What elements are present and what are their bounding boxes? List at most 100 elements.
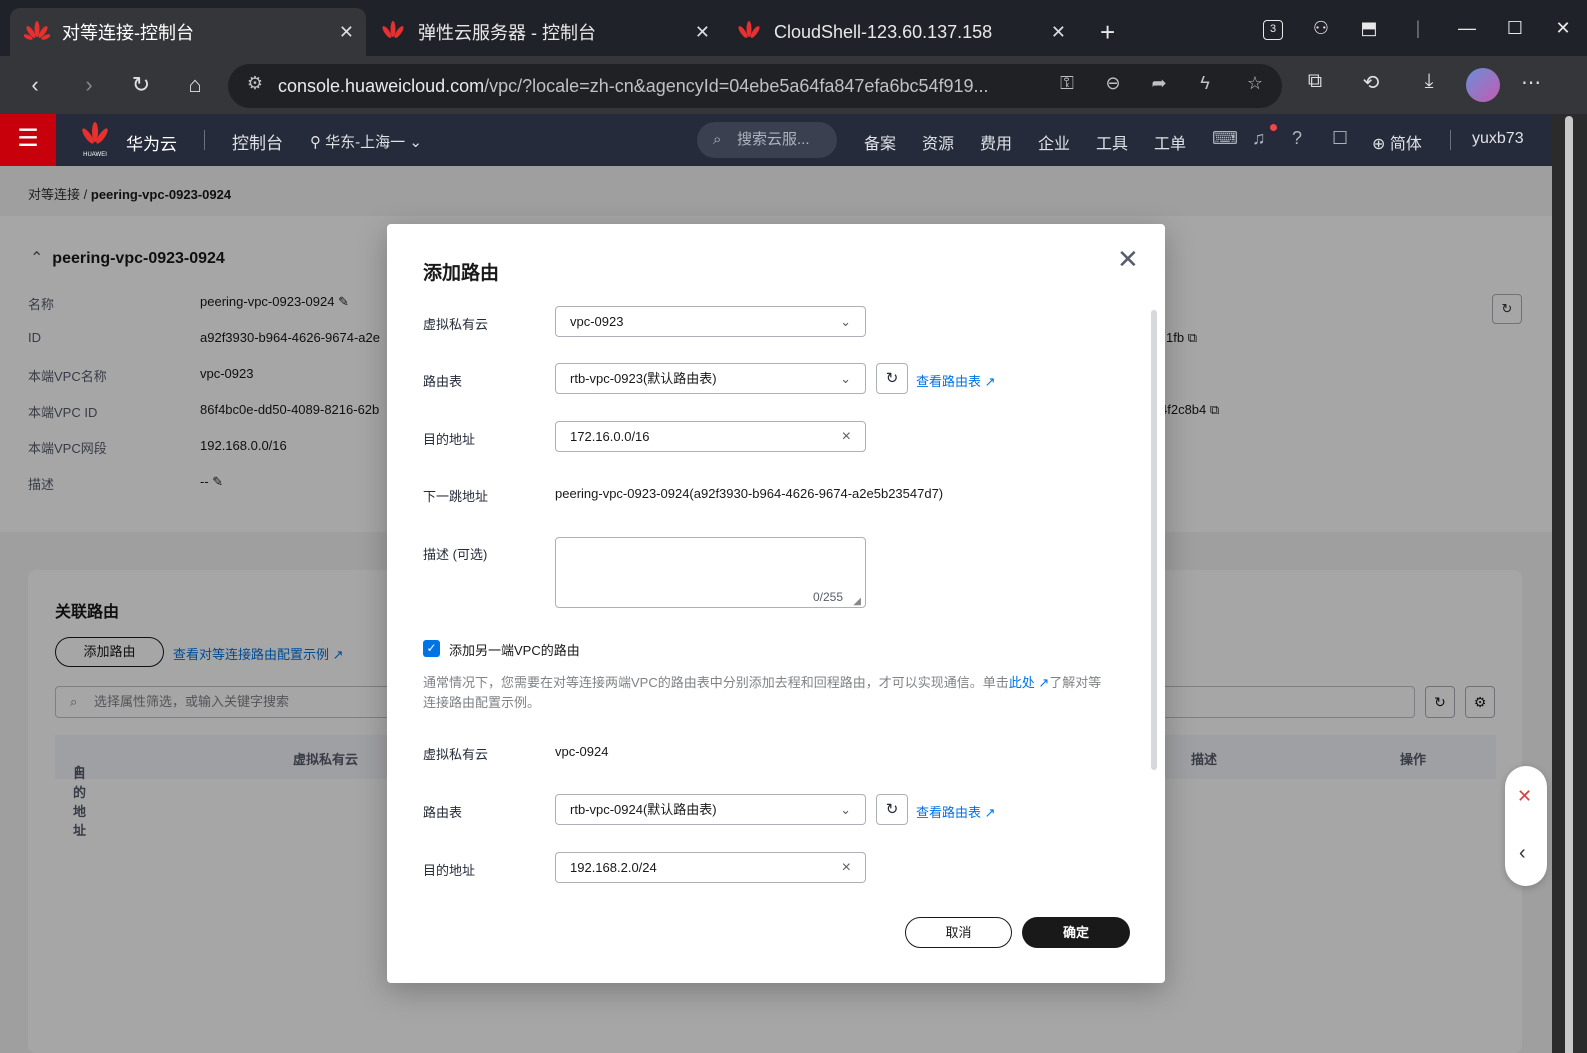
nav-tools[interactable]: 工具	[1096, 130, 1128, 154]
clear-icon[interactable]: ×	[842, 853, 851, 882]
peer-view-route-table-link[interactable]: 查看路由表 ↗	[916, 802, 996, 821]
route-table-label: 路由表	[423, 374, 463, 389]
nav-billing[interactable]: 费用	[980, 130, 1012, 154]
tab-count-icon[interactable]: 3	[1249, 16, 1297, 40]
chevron-down-icon: ⌄	[840, 371, 851, 386]
vpc-select-value: vpc-0923	[570, 314, 624, 329]
bell-icon[interactable]: ♫	[1252, 128, 1266, 149]
description-textarea[interactable]: 0/255 ◢	[555, 537, 866, 608]
extension-puzzle-icon[interactable]: ⧉	[1300, 70, 1330, 93]
share-icon[interactable]: ➦	[1146, 73, 1172, 94]
refresh-icon: ↻	[885, 370, 899, 387]
huawei-logo-icon	[382, 21, 404, 38]
peer-route-table-refresh-button[interactable]: ↻	[876, 794, 908, 825]
peer-route-table-label: 路由表	[423, 805, 463, 820]
tab-title: CloudShell-123.60.137.158	[774, 21, 993, 42]
address-bar[interactable]: ⚙ console.huaweicloud.com/vpc/?locale=zh…	[228, 64, 1282, 108]
divider: |	[1415, 17, 1421, 38]
description-label: 描述 (可选)	[423, 547, 488, 562]
incognito-icon[interactable]: ⚇	[1297, 18, 1345, 39]
peer-route-hint: 通常情况下，您需要在对等连接两端VPC的路由表中分别添加去程和回程路由，才可以实…	[423, 673, 1113, 713]
collapse-chevron-icon[interactable]: ‹	[1519, 842, 1526, 865]
forward-icon[interactable]: ›	[74, 70, 104, 100]
history-icon[interactable]: ⟲	[1356, 70, 1386, 95]
close-tab-icon[interactable]: ✕	[1051, 22, 1066, 43]
clear-icon[interactable]: ×	[842, 422, 851, 451]
bookmark-star-icon[interactable]: ☆	[1242, 73, 1268, 94]
dialog-scrollbar[interactable]	[1151, 310, 1157, 770]
next-hop-label: 下一跳地址	[423, 489, 489, 504]
huawei-logo-icon	[24, 21, 50, 40]
page-scrollbar[interactable]	[1552, 114, 1587, 1053]
peer-route-table-select[interactable]: rtb-vpc-0924(默认路由表) ⌄	[555, 794, 866, 825]
console-link[interactable]: 控制台	[232, 129, 283, 154]
route-table-refresh-button[interactable]: ↻	[876, 363, 908, 394]
maximize-icon[interactable]: ☐	[1491, 18, 1539, 39]
console-topbar: ☰ HUAWEI 华为云 控制台 ⚲ 华东-上海一 ⌄ ⌕ 搜索云服... 备案 …	[0, 114, 1552, 166]
language-selector[interactable]: ⊕ 简体	[1372, 130, 1422, 154]
minimize-icon[interactable]: —	[1443, 18, 1491, 39]
vpc-select[interactable]: vpc-0923 ⌄	[555, 306, 866, 337]
external-link-icon: ↗	[984, 374, 996, 389]
peer-dest-address-input[interactable]: 192.168.2.0/24 ×	[555, 852, 866, 883]
key-icon[interactable]: ⚿	[1054, 73, 1080, 94]
nav-tickets[interactable]: 工单	[1154, 130, 1186, 154]
hamburger-menu-icon[interactable]: ☰	[0, 114, 56, 166]
close-window-icon[interactable]: ✕	[1539, 18, 1587, 39]
close-tab-icon[interactable]: ✕	[695, 22, 710, 43]
hint-link[interactable]: 此处 ↗	[1009, 675, 1050, 690]
home-icon[interactable]: ⌂	[180, 70, 210, 100]
huawei-logo-icon[interactable]: HUAWEI	[78, 122, 112, 158]
close-tab-icon[interactable]: ✕	[339, 22, 354, 43]
downloads-icon[interactable]: ⤓	[1414, 70, 1444, 93]
browser-toolbar: ‹ › ↻ ⌂ ⚙ console.huaweicloud.com/vpc/?l…	[0, 56, 1587, 114]
tab-cloudshell[interactable]: CloudShell-123.60.137.158 ✕	[722, 8, 1078, 56]
assistant-icon[interactable]: ✕	[1517, 786, 1532, 807]
cancel-button[interactable]: 取消	[905, 917, 1012, 948]
nav-resources[interactable]: 资源	[922, 130, 954, 154]
help-icon[interactable]: ?	[1292, 128, 1302, 149]
new-tab-button[interactable]: +	[1086, 8, 1129, 56]
nav-beian[interactable]: 备案	[864, 130, 896, 154]
url-text: console.huaweicloud.com/vpc/?locale=zh-c…	[278, 64, 1058, 108]
tab-ecs-console[interactable]: 弹性云服务器 - 控制台 ✕	[366, 8, 722, 56]
resize-grip-icon[interactable]: ◢	[853, 596, 861, 607]
bolt-icon[interactable]: ϟ	[1192, 73, 1218, 94]
divider	[1450, 130, 1451, 150]
dest-label: 目的地址	[423, 432, 476, 447]
profile-avatar[interactable]	[1466, 68, 1500, 102]
cloudshell-icon[interactable]: ⌨	[1212, 128, 1238, 149]
zoom-out-icon[interactable]: ⊖	[1100, 73, 1126, 94]
url-path: /vpc/?locale=zh-cn&agencyId=04ebe5a64fa8…	[484, 76, 989, 96]
chevron-down-icon: ⌄	[409, 134, 422, 151]
char-counter: 0/255	[812, 590, 843, 604]
add-peer-route-checkbox[interactable]: ✓	[423, 640, 440, 657]
url-host: console.huaweicloud.com	[278, 76, 485, 96]
service-search-input[interactable]: ⌕ 搜索云服...	[697, 122, 837, 158]
location-icon: ⚲	[310, 134, 321, 151]
scrollbar-thumb[interactable]	[1565, 116, 1573, 1053]
view-route-table-link[interactable]: 查看路由表 ↗	[916, 371, 996, 390]
feedback-icon[interactable]: ☐	[1332, 128, 1348, 149]
confirm-button[interactable]: 确定	[1022, 917, 1130, 948]
add-route-dialog: 添加路由 ✕ 虚拟私有云 vpc-0923 ⌄ 路由表 rtb-vpc-0923(…	[387, 224, 1165, 983]
menu-more-icon[interactable]: ⋯	[1516, 70, 1546, 95]
peer-route-table-value: rtb-vpc-0924(默认路由表)	[570, 802, 717, 817]
brand-name[interactable]: 华为云	[126, 130, 177, 155]
close-icon[interactable]: ✕	[1117, 244, 1139, 275]
back-icon[interactable]: ‹	[20, 70, 50, 100]
nav-enterprise[interactable]: 企业	[1038, 130, 1070, 154]
user-menu[interactable]: yuxb73	[1472, 130, 1524, 148]
floating-sidebar: ✕ ‹	[1505, 766, 1547, 886]
route-table-select[interactable]: rtb-vpc-0923(默认路由表) ⌄	[555, 363, 866, 394]
peer-vpc-value: vpc-0924	[555, 744, 609, 759]
region-selector[interactable]: ⚲ 华东-上海一 ⌄	[310, 131, 422, 152]
add-peer-route-label[interactable]: 添加另一端VPC的路由	[449, 640, 580, 659]
divider	[204, 130, 205, 150]
dest-address-input[interactable]: 172.16.0.0/16 ×	[555, 421, 866, 452]
reload-icon[interactable]: ↻	[126, 70, 156, 100]
search-icon: ⌕	[713, 131, 722, 148]
site-settings-icon[interactable]: ⚙	[242, 73, 268, 94]
extensions-icon[interactable]: ⬒	[1345, 18, 1393, 39]
tab-peering-console[interactable]: 对等连接-控制台 ✕	[10, 8, 366, 56]
